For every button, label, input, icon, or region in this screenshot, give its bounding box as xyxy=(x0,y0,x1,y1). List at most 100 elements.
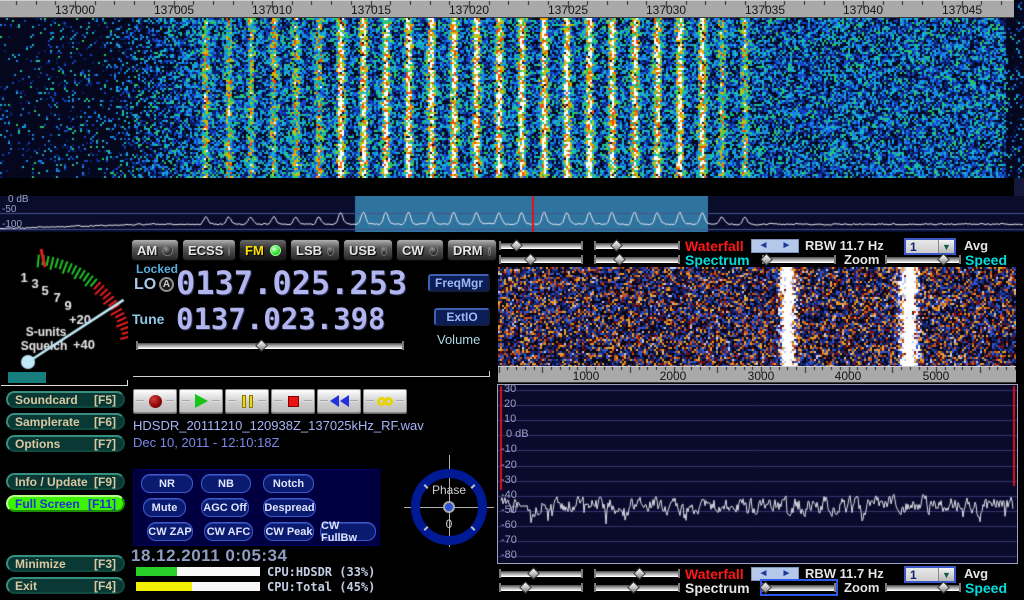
mode-cw-button[interactable]: CW xyxy=(396,239,444,261)
audio-db-label: 0 dB xyxy=(506,428,529,440)
agc-off-button[interactable]: AGC Off xyxy=(201,498,249,517)
speed-slider[interactable] xyxy=(885,581,961,594)
cw-zap-label: CW ZAP xyxy=(148,526,191,538)
mode-lsb-label: LSB xyxy=(296,243,322,258)
lo-auto-icon[interactable]: A xyxy=(159,277,174,292)
waterfall-contrast-slider[interactable] xyxy=(499,239,583,252)
samplerate-button[interactable]: Samplerate [F6] xyxy=(6,413,125,430)
arrow-left-icon[interactable]: ◄ xyxy=(759,569,769,579)
extio-button[interactable]: ExtIO xyxy=(434,308,490,326)
mode-lsb-button[interactable]: LSB xyxy=(290,239,340,261)
audio-db-label: 30 xyxy=(504,383,516,395)
speed-slider[interactable] xyxy=(885,253,961,266)
despread-button[interactable]: Despread xyxy=(263,498,316,517)
mute-label: Mute xyxy=(152,502,178,514)
cpu-total-label: CPU:Total (45%) xyxy=(267,580,375,594)
audio-scale-label: 3000 xyxy=(731,369,791,383)
minimize-button-key: [F3] xyxy=(94,557,116,571)
waterfall-brightness-slider[interactable] xyxy=(594,239,680,252)
spectrum-offset-slider[interactable] xyxy=(594,253,680,266)
cw-peak-button[interactable]: CW Peak xyxy=(264,522,314,541)
spectrum-range-slider[interactable] xyxy=(499,581,583,594)
mode-ecss-button[interactable]: ECSS xyxy=(182,239,236,261)
loop-button[interactable] xyxy=(363,389,407,413)
mode-drm-led xyxy=(488,245,491,256)
audio-frequency-scale[interactable]: 1000 2000 3000 4000 5000 xyxy=(498,366,1016,383)
notch-button[interactable]: Notch xyxy=(263,474,314,493)
mode-usb-button[interactable]: USB xyxy=(343,239,393,261)
nr-label: NR xyxy=(159,478,175,490)
mode-usb-led xyxy=(381,245,387,256)
info-update-button[interactable]: Info / Update [F9] xyxy=(6,473,125,490)
play-icon xyxy=(195,394,208,408)
nb-label: NB xyxy=(218,478,234,490)
cpu-total-bar-fill xyxy=(136,582,192,591)
stop-button[interactable] xyxy=(271,389,315,413)
cw-zap-button[interactable]: CW ZAP xyxy=(147,522,193,541)
spectrum-offset-slider[interactable] xyxy=(594,581,680,594)
audio-spectrum-display[interactable]: 30 20 10 0 dB -10 -20 -30 -40 -50 -60 -7… xyxy=(497,384,1018,564)
mode-drm-button[interactable]: DRM xyxy=(447,239,497,261)
squelch-level-bar[interactable] xyxy=(8,372,46,383)
audio-scale-label: 4000 xyxy=(818,369,878,383)
audio-waterfall-display[interactable] xyxy=(498,267,1016,366)
arrow-left-icon[interactable]: ◄ xyxy=(759,241,769,251)
freqmgr-button[interactable]: FreqMgr xyxy=(428,274,490,292)
lo-frequency-value[interactable]: 0137.025.253 xyxy=(176,264,407,302)
center-underline-tick xyxy=(489,371,490,377)
combo-arrow-icon[interactable]: ▼ xyxy=(938,240,954,253)
soundcard-button[interactable]: Soundcard [F5] xyxy=(6,391,125,408)
mode-drm-label: DRM xyxy=(453,243,483,258)
tune-label: Tune xyxy=(132,311,164,327)
hdsdr-window: 137000 137005 137010 137015 137020 13702… xyxy=(0,0,1024,600)
waterfall-brightness-slider[interactable] xyxy=(594,567,680,580)
mode-fm-led xyxy=(270,245,281,256)
exit-button[interactable]: Exit [F4] xyxy=(6,577,125,594)
rf-scale-label: 137000 xyxy=(40,3,110,17)
tune-frequency-value[interactable]: 0137.023.398 xyxy=(176,302,386,336)
combo-arrow-icon[interactable]: ▼ xyxy=(938,568,954,581)
zoom-slider[interactable] xyxy=(762,253,836,266)
audio-db-label: -10 xyxy=(501,443,517,455)
fullscreen-button[interactable]: Full Screen [F11] xyxy=(6,495,125,512)
phase-zero-label: 0 xyxy=(404,517,494,531)
rf-waterfall-display[interactable] xyxy=(0,0,1024,178)
zoom-slider[interactable] xyxy=(762,581,836,594)
mode-am-button[interactable]: AM xyxy=(131,239,179,261)
cpu-hdsdr-bar-fill xyxy=(136,567,177,576)
cw-fullbw-button[interactable]: CW FullBw xyxy=(320,522,376,541)
rewind-button[interactable] xyxy=(317,389,361,413)
minimize-button[interactable]: Minimize [F3] xyxy=(6,555,125,572)
waterfall-contrast-slider[interactable] xyxy=(499,567,583,580)
options-button[interactable]: Options [F7] xyxy=(6,435,125,452)
volume-slider[interactable] xyxy=(136,339,404,352)
play-button[interactable] xyxy=(179,389,223,413)
nb-button[interactable]: NB xyxy=(201,474,251,493)
arrow-right-icon[interactable]: ► xyxy=(782,569,792,579)
nr-button[interactable]: NR xyxy=(141,474,193,493)
arrow-right-icon[interactable]: ► xyxy=(782,241,792,251)
rf-frequency-scale[interactable]: 137000 137005 137010 137015 137020 13702… xyxy=(0,0,1014,18)
playback-controls xyxy=(133,389,407,413)
datetime-display: 18.12.2011 0:05:34 xyxy=(131,546,287,566)
mute-button[interactable]: Mute xyxy=(143,498,186,517)
mode-cw-led xyxy=(429,245,438,256)
rf-scale-label: 137020 xyxy=(434,3,504,17)
rf-scale-label: 137015 xyxy=(336,3,406,17)
record-button[interactable] xyxy=(133,389,177,413)
s-meter[interactable] xyxy=(2,240,128,372)
rf-spectrum-display[interactable]: 0 dB -50 -100 xyxy=(0,196,1024,232)
pause-icon xyxy=(242,395,253,408)
volume-slider-thumb[interactable] xyxy=(255,339,268,352)
mode-ecss-led xyxy=(228,245,230,256)
phase-label: Phase xyxy=(404,483,494,497)
mode-cw-label: CW xyxy=(402,243,424,258)
spectrum-range-slider[interactable] xyxy=(499,253,583,266)
cw-afc-button[interactable]: CW AFC xyxy=(204,522,253,541)
audio-db-label: -50 xyxy=(501,504,517,516)
rf-scale-label: 137005 xyxy=(139,3,209,17)
audio-db-label: -60 xyxy=(501,519,517,531)
mode-fm-button[interactable]: FM xyxy=(239,239,287,261)
pause-button[interactable] xyxy=(225,389,269,413)
loop-icon xyxy=(377,397,393,406)
